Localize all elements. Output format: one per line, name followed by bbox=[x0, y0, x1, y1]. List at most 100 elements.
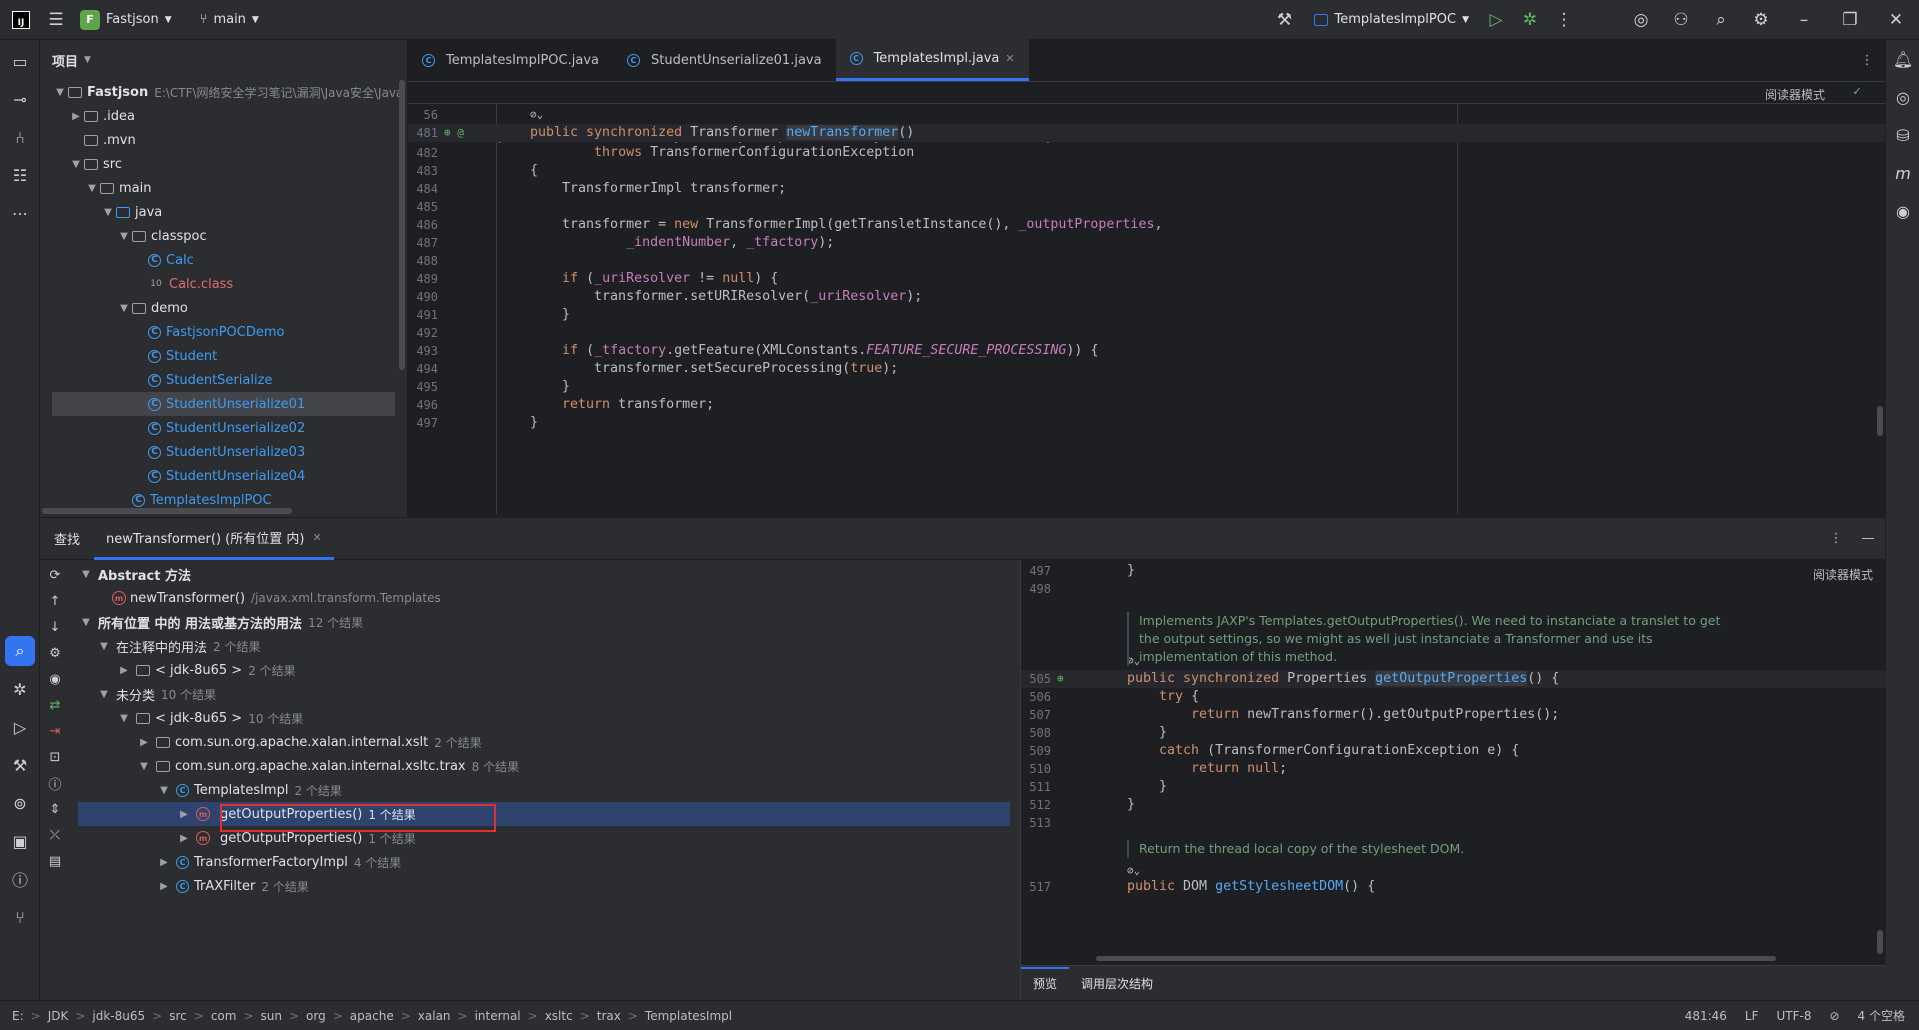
ai-chat-icon[interactable]: ◎ bbox=[1886, 78, 1919, 116]
result-item-package[interactable]: ▶ com.sun.org.apache.xalan.internal.xslt… bbox=[78, 730, 1010, 754]
chevron-right-icon[interactable]: ▶ bbox=[68, 111, 84, 122]
branch-switcher[interactable]: ⑂ main ▼ bbox=[200, 12, 259, 27]
git-icon[interactable]: ⑂ bbox=[0, 898, 40, 936]
result-item-abstract-method[interactable]: m newTransformer() /javax.xml.transform.… bbox=[78, 586, 1010, 610]
more-icon[interactable]: ⋮ bbox=[1849, 39, 1885, 81]
services-icon[interactable]: ⊚ bbox=[0, 784, 40, 822]
preview-code-line[interactable]: 506 try { bbox=[1021, 688, 1886, 706]
breadcrumb-item[interactable]: JDK bbox=[48, 1009, 69, 1023]
caret-position[interactable]: 481:46 bbox=[1685, 1009, 1727, 1023]
tree-item-src[interactable]: ▼ src bbox=[40, 152, 407, 176]
arrow-down-icon[interactable]: ↓ bbox=[40, 614, 70, 640]
chevron-down-icon[interactable]: ▼ bbox=[78, 569, 94, 580]
project-folder-icon[interactable]: ▭ bbox=[0, 42, 40, 80]
group-by-type-icon[interactable]: ⇄ bbox=[40, 692, 70, 718]
breadcrumb-item[interactable]: trax bbox=[597, 1009, 621, 1023]
preview-code-line[interactable]: 509 catch (TransformerConfigurationExcep… bbox=[1021, 742, 1886, 760]
debug-tool-icon[interactable]: ✲ bbox=[0, 670, 40, 708]
tree-item-fastjson[interactable]: ▼ Fastjson E:\CTF\网络安全学习笔记\漏洞\Java安全\Jav… bbox=[40, 80, 407, 104]
code-line[interactable]: 487 _indentNumber, _tfactory); bbox=[408, 234, 1885, 252]
tree-item-studentunserialize04[interactable]: C StudentUnserialize04 bbox=[40, 464, 407, 488]
preview-code-line[interactable]: 517 public DOM getStylesheetDOM() { bbox=[1021, 878, 1886, 896]
breadcrumb-item[interactable]: org bbox=[306, 1009, 326, 1023]
rerun-icon[interactable]: ⟳ bbox=[40, 562, 70, 588]
close-icon[interactable]: ✕ bbox=[1873, 0, 1919, 40]
breadcrumb-item[interactable]: com bbox=[211, 1009, 237, 1023]
chevron-right-icon[interactable]: ▶ bbox=[176, 833, 192, 844]
hammer-icon[interactable]: ⚒ bbox=[1264, 0, 1304, 40]
preview-code-line[interactable]: 507 return newTransformer().getOutputPro… bbox=[1021, 706, 1886, 724]
indent-setting[interactable]: 4 个空格 bbox=[1858, 1007, 1905, 1024]
code-line[interactable]: 491 } bbox=[408, 306, 1885, 324]
result-item-class[interactable]: ▶ C TransformerFactoryImpl 4 个结果 bbox=[78, 850, 1010, 874]
tree-item-mvn[interactable]: .mvn bbox=[40, 128, 407, 152]
code-line[interactable]: 483 { bbox=[408, 162, 1885, 180]
code-line[interactable]: 495 } bbox=[408, 378, 1885, 396]
restore-icon[interactable]: ❐ bbox=[1827, 0, 1873, 40]
run-config-selector[interactable]: TemplatesImplPOC ▼ bbox=[1314, 12, 1469, 27]
project-switcher[interactable]: F Fastjson ▼ bbox=[80, 9, 172, 30]
tree-item-studentunserialize03[interactable]: C StudentUnserialize03 bbox=[40, 440, 407, 464]
chevron-down-icon[interactable]: ▼ bbox=[84, 183, 100, 194]
preview-scrollbar[interactable] bbox=[1877, 930, 1883, 954]
group-by-module-icon[interactable]: ⇥ bbox=[40, 718, 70, 744]
commit-icon[interactable]: ⊸ bbox=[0, 80, 40, 118]
chevron-down-icon[interactable]: ▼ bbox=[96, 641, 112, 652]
result-group-usages[interactable]: ▼ 所有位置 中的 用法或基方法的用法 12 个结果 bbox=[78, 610, 1010, 634]
inlay-hint-icon[interactable]: ⊘⌄ bbox=[1127, 864, 1140, 877]
code-line[interactable]: 490 transformer.setURIResolver(_uriResol… bbox=[408, 288, 1885, 306]
chevron-right-icon[interactable]: ▶ bbox=[176, 809, 192, 820]
result-item-jdk[interactable]: ▶ < jdk-8u65 > 2 个结果 bbox=[78, 658, 1010, 682]
preview-code-line[interactable]: 510 return null; bbox=[1021, 760, 1886, 778]
more-icon[interactable]: ⋮ bbox=[1547, 0, 1581, 40]
project-panel-header[interactable]: 项目 ▼ bbox=[40, 40, 407, 80]
preview-code-line[interactable]: 497} bbox=[1021, 562, 1886, 580]
breadcrumb-item[interactable]: sun bbox=[261, 1009, 282, 1023]
result-item-class[interactable]: ▶ C TrAXFilter 2 个结果 bbox=[78, 874, 1010, 898]
chevron-down-icon[interactable]: ▼ bbox=[136, 761, 152, 772]
breadcrumb-item[interactable]: E: bbox=[12, 1009, 24, 1023]
tree-item-fastjsonpocdemo[interactable]: C FastjsonPOCDemo bbox=[40, 320, 407, 344]
tab-preview[interactable]: 预览 bbox=[1021, 967, 1070, 992]
minimize-icon[interactable]: – bbox=[1781, 0, 1827, 40]
code-line[interactable]: 496 return transformer; bbox=[408, 396, 1885, 414]
run-icon[interactable]: ▷ bbox=[1479, 0, 1513, 40]
ai-icon[interactable]: ◎ bbox=[1621, 0, 1661, 40]
breadcrumb-item[interactable]: src bbox=[169, 1009, 187, 1023]
preview-code-line[interactable]: 505 ⊕ public synchronized Properties getOu… bbox=[1021, 670, 1886, 688]
info-icon[interactable]: ⓘ bbox=[40, 770, 70, 796]
readonly-lock-icon[interactable]: ⊘ bbox=[1829, 1009, 1839, 1023]
breadcrumb-item[interactable]: internal bbox=[475, 1009, 521, 1023]
chevron-down-icon[interactable]: ▼ bbox=[116, 231, 132, 242]
breadcrumb-item[interactable]: TemplatesImpl bbox=[645, 1009, 732, 1023]
code-line[interactable]: 482 throws TransformerConfigurationExcep… bbox=[408, 144, 1885, 162]
close-tab-icon[interactable]: ✕ bbox=[312, 531, 321, 544]
chevron-down-icon[interactable]: ▼ bbox=[116, 303, 132, 314]
code-line[interactable]: 494 transformer.setSecureProcessing(true… bbox=[408, 360, 1885, 378]
chevron-down-icon[interactable]: ▼ bbox=[52, 87, 68, 98]
tab-studentunserialize01[interactable]: C StudentUnserialize01.java bbox=[613, 39, 836, 81]
tree-item-student[interactable]: C Student bbox=[40, 344, 407, 368]
code-area[interactable]: 56 public final class TemplatesImpl impl… bbox=[408, 82, 1885, 517]
code-line[interactable]: 481 ⊕ @ public synchronized Transformer ne… bbox=[408, 124, 1885, 142]
line-separator[interactable]: LF bbox=[1745, 1009, 1759, 1023]
expand-all-icon[interactable]: ⇕ bbox=[40, 796, 70, 822]
reader-mode-toggle[interactable]: 阅读器模式 bbox=[1765, 86, 1825, 103]
file-encoding[interactable]: UTF-8 bbox=[1777, 1009, 1812, 1023]
overrides-gutter-icon[interactable]: ⊕ bbox=[1057, 670, 1064, 688]
settings-icon[interactable]: ⚙ bbox=[1741, 0, 1781, 40]
result-group-abstract[interactable]: ▼ Abstract 方法 bbox=[78, 562, 1010, 586]
find-results-tab[interactable]: newTransformer() (所有位置 内) ✕ bbox=[94, 518, 334, 560]
chevron-down-icon[interactable]: ▼ bbox=[96, 689, 112, 700]
chevron-down-icon[interactable]: ▼ bbox=[68, 159, 84, 170]
tree-item-java[interactable]: ▼ java bbox=[40, 200, 407, 224]
chevron-right-icon[interactable]: ▶ bbox=[156, 881, 172, 892]
chevron-right-icon[interactable]: ▶ bbox=[116, 665, 132, 676]
preview-code-line[interactable]: 498 bbox=[1021, 580, 1886, 598]
breadcrumb-item[interactable]: xalan bbox=[418, 1009, 451, 1023]
result-item-package[interactable]: ▼ com.sun.org.apache.xalan.internal.xslt… bbox=[78, 754, 1010, 778]
build-tool-icon[interactable]: ⚒ bbox=[0, 746, 40, 784]
code-line[interactable]: 497} bbox=[408, 414, 1885, 432]
chevron-down-icon[interactable]: ▼ bbox=[156, 785, 172, 796]
tab-call-hierarchy[interactable]: 调用层次结构 bbox=[1069, 975, 1165, 992]
